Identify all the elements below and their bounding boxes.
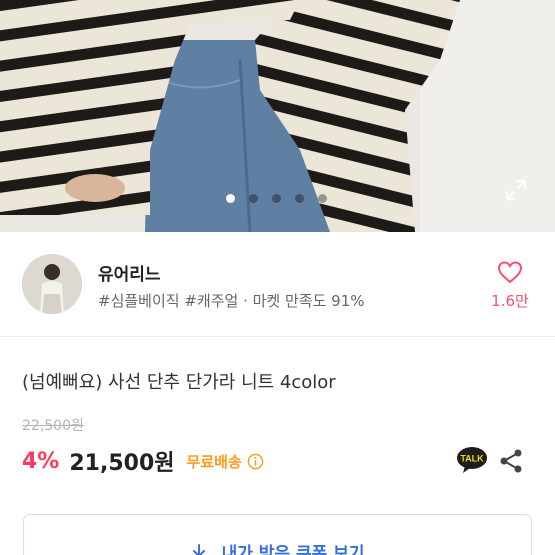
kakao-talk-icon[interactable]: TALK xyxy=(456,446,488,474)
carousel-dot[interactable] xyxy=(295,194,304,203)
carousel-indicator xyxy=(226,194,327,203)
discount-rate: 4% xyxy=(22,448,60,474)
heart-outline-icon[interactable] xyxy=(497,260,523,284)
sale-price: 21,500원 xyxy=(69,451,175,476)
product-title: (넘예뻐요) 사선 단추 단가라 니트 4color xyxy=(22,372,336,393)
expand-icon[interactable] xyxy=(504,178,528,202)
seller-tags: #심플베이직 #캐주얼 · 마켓 만족도 91% xyxy=(98,292,365,310)
coupon-button-label: 내가 받은 쿠폰 보기 xyxy=(221,544,365,555)
carousel-dot[interactable] xyxy=(249,194,258,203)
product-image-carousel[interactable] xyxy=(0,0,555,232)
carousel-dot[interactable] xyxy=(272,194,281,203)
view-coupons-button[interactable]: 내가 받은 쿠폰 보기 xyxy=(23,514,532,555)
seller-name[interactable]: 유어리느 xyxy=(98,260,161,285)
free-shipping-label: 무료배송 xyxy=(186,452,242,471)
download-icon xyxy=(192,543,205,555)
price-row: 4% 21,500원 무료배송 xyxy=(22,445,264,477)
avatar-image xyxy=(22,254,82,314)
seller-avatar[interactable] xyxy=(22,254,82,314)
like-count: 1.6만 xyxy=(491,292,529,310)
carousel-dot[interactable] xyxy=(318,194,327,203)
share-icon[interactable] xyxy=(498,448,524,474)
talk-label: TALK xyxy=(460,454,484,464)
carousel-dot[interactable] xyxy=(226,194,235,203)
original-price: 22,500원 xyxy=(22,418,84,434)
seller-info[interactable]: 유어리느 #심플베이직 #캐주얼 · 마켓 만족도 91% 1.6만 xyxy=(0,232,555,337)
coupon-button-content: 내가 받은 쿠폰 보기 xyxy=(24,539,531,555)
info-icon[interactable] xyxy=(247,453,264,470)
